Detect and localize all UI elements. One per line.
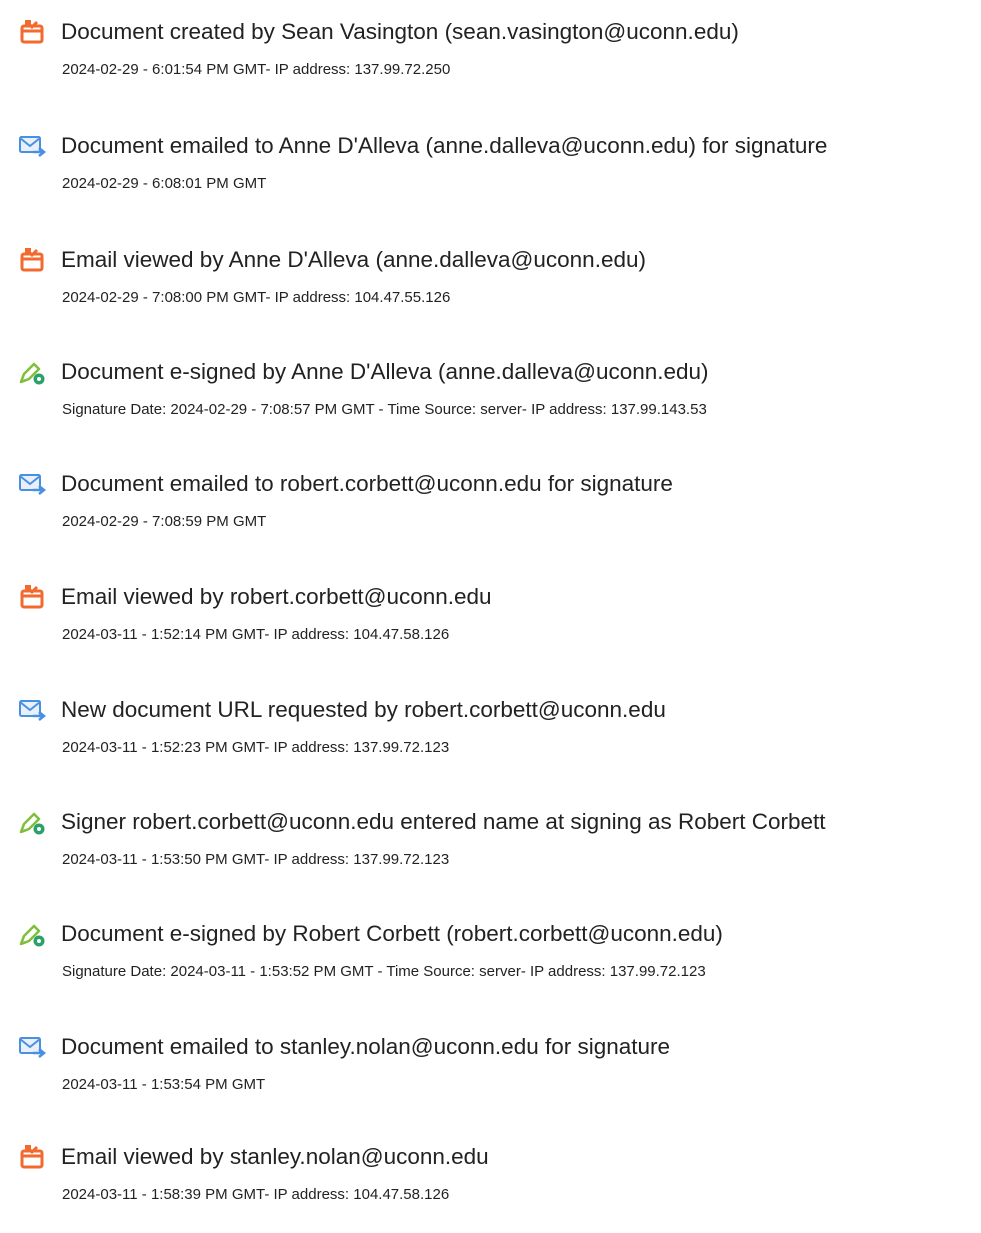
- audit-event: Email viewed by robert.corbett@uconn.edu…: [0, 583, 981, 673]
- event-title: Email viewed by robert.corbett@uconn.edu: [61, 584, 492, 609]
- email-icon: [18, 470, 46, 498]
- event-detail: 2024-03-11 - 1:53:50 PM GMT- IP address:…: [62, 851, 450, 868]
- event-detail: 2024-02-29 - 6:08:01 PM GMT: [62, 175, 267, 192]
- event-detail: 2024-03-11 - 1:52:14 PM GMT- IP address:…: [62, 626, 450, 643]
- audit-event: Document emailed to robert.corbett@uconn…: [0, 470, 981, 560]
- email-icon: [18, 1033, 46, 1061]
- email-icon: [18, 132, 46, 160]
- signature-icon: [18, 920, 46, 948]
- event-detail: Signature Date: 2024-02-29 - 7:08:57 PM …: [62, 401, 707, 418]
- document-icon: [18, 583, 46, 611]
- audit-event: Email viewed by stanley.nolan@uconn.edu …: [0, 1143, 981, 1233]
- event-detail: 2024-02-29 - 6:01:54 PM GMT- IP address:…: [62, 61, 451, 78]
- audit-event: Document created by Sean Vasington (sean…: [0, 18, 981, 108]
- document-icon: [18, 1143, 46, 1171]
- audit-event: New document URL requested by robert.cor…: [0, 696, 981, 786]
- audit-event: Document emailed to stanley.nolan@uconn.…: [0, 1033, 981, 1123]
- event-title: Document emailed to stanley.nolan@uconn.…: [61, 1034, 671, 1059]
- signature-icon: [18, 358, 46, 386]
- audit-event: Document emailed to Anne D'Alleva (anne.…: [0, 132, 981, 222]
- audit-event: Document e-signed by Robert Corbett (rob…: [0, 920, 981, 1010]
- event-detail: Signature Date: 2024-03-11 - 1:53:52 PM …: [62, 963, 706, 980]
- event-title: Signer robert.corbett@uconn.edu entered …: [61, 809, 826, 834]
- event-detail: 2024-02-29 - 7:08:00 PM GMT- IP address:…: [62, 289, 451, 306]
- event-title: Email viewed by Anne D'Alleva (anne.dall…: [61, 247, 646, 272]
- event-title: Document e-signed by Anne D'Alleva (anne…: [61, 359, 709, 384]
- document-icon: [18, 246, 46, 274]
- event-title: Email viewed by stanley.nolan@uconn.edu: [61, 1144, 489, 1169]
- event-detail: 2024-02-29 - 7:08:59 PM GMT: [62, 513, 267, 530]
- signature-icon: [18, 808, 46, 836]
- event-title: New document URL requested by robert.cor…: [61, 697, 666, 722]
- audit-event: Email viewed by Anne D'Alleva (anne.dall…: [0, 246, 981, 336]
- event-detail: 2024-03-11 - 1:58:39 PM GMT- IP address:…: [62, 1186, 450, 1203]
- event-detail: 2024-03-11 - 1:53:54 PM GMT: [62, 1076, 266, 1093]
- event-title: Document created by Sean Vasington (sean…: [61, 19, 739, 44]
- event-title: Document emailed to Anne D'Alleva (anne.…: [61, 133, 828, 158]
- email-icon: [18, 696, 46, 724]
- audit-event: Document e-signed by Anne D'Alleva (anne…: [0, 358, 981, 448]
- event-title: Document e-signed by Robert Corbett (rob…: [61, 921, 723, 946]
- event-detail: 2024-03-11 - 1:52:23 PM GMT- IP address:…: [62, 739, 450, 756]
- document-icon: [18, 18, 46, 46]
- event-title: Document emailed to robert.corbett@uconn…: [61, 471, 673, 496]
- audit-event: Signer robert.corbett@uconn.edu entered …: [0, 808, 981, 898]
